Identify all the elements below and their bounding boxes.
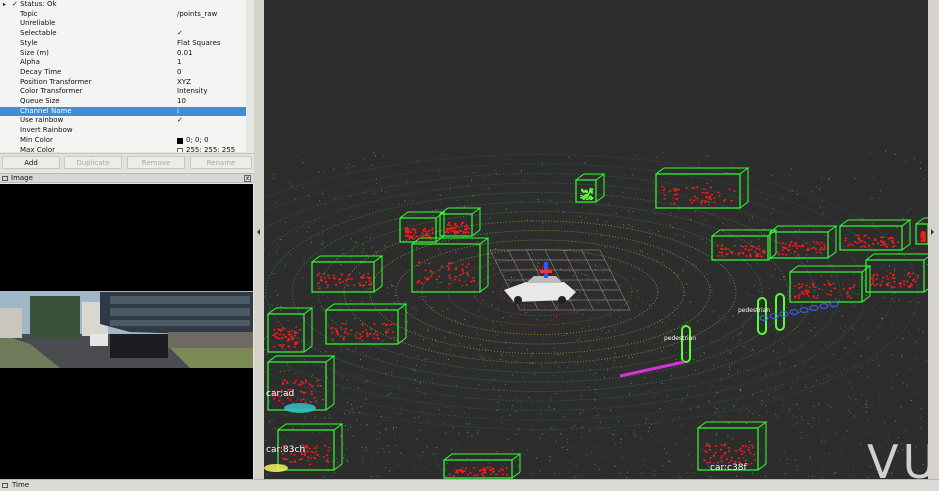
property-row[interactable]: Alpha 1 <box>0 58 246 68</box>
property-row[interactable]: Queue Size 10 <box>0 97 246 107</box>
right-splitter[interactable] <box>928 0 939 479</box>
check-icon: ✓ <box>12 0 18 8</box>
property-value[interactable]: 255; 255; 255 <box>186 146 235 153</box>
property-value[interactable]: 0 <box>177 68 181 78</box>
property-row[interactable]: Invert Rainbow <box>0 126 246 136</box>
label-car-ad: car:ad <box>266 389 294 399</box>
property-row[interactable]: Position Transformer XYZ <box>0 78 246 88</box>
status-text: Status: Ok <box>20 0 57 8</box>
property-value[interactable]: ✓ <box>177 116 183 126</box>
property-key: Use rainbow <box>20 116 64 125</box>
remove-button[interactable]: Remove <box>127 156 185 169</box>
3d-view[interactable]: car:ad car:83ch car:c38f pedestrian pede… <box>264 0 928 479</box>
pointcloud-scene[interactable]: car:ad car:83ch car:c38f pedestrian pede… <box>264 0 928 479</box>
image-panel-title: Image <box>11 174 33 182</box>
property-row[interactable]: Color Transformer Intensity <box>0 87 246 97</box>
close-icon[interactable]: x <box>244 175 251 182</box>
label-pedestrian-2: pedestrian <box>738 307 770 314</box>
property-key: Alpha <box>20 58 40 67</box>
panel-icon <box>2 483 8 488</box>
property-value[interactable]: 10 <box>177 97 186 107</box>
camera-frame <box>0 184 253 479</box>
property-key: Color Transformer <box>20 87 83 96</box>
property-value[interactable]: ✓ <box>177 29 183 39</box>
property-row[interactable]: Channel Name i <box>0 106 246 117</box>
collapse-left-icon[interactable] <box>257 229 260 235</box>
property-row[interactable]: Selectable ✓ <box>0 29 246 39</box>
property-row[interactable]: Max Color 255; 255; 255 <box>0 145 246 153</box>
property-row[interactable]: Topic/points_raw <box>0 10 246 20</box>
label-car-c38f: car:c38f <box>710 463 747 473</box>
add-button[interactable]: Add <box>2 156 60 169</box>
detection-boxes <box>264 167 928 479</box>
property-row[interactable]: Style Flat Squares <box>0 39 246 49</box>
property-key: Unreliable <box>20 19 56 28</box>
property-value[interactable]: /points_raw <box>177 10 217 20</box>
property-row[interactable]: Decay Time 0 <box>0 68 246 78</box>
left-panel: ▸ ✓ Status: Ok Topic/points_raw Unreliabl… <box>0 0 254 479</box>
property-key: Max Color <box>20 145 55 153</box>
panel-splitter[interactable] <box>254 0 264 479</box>
property-value[interactable]: 1 <box>177 58 181 68</box>
duplicate-button[interactable]: Duplicate <box>64 156 122 169</box>
property-value[interactable]: 0; 0; 0 <box>186 136 209 146</box>
label-pedestrian-1: pedestrian <box>664 335 696 342</box>
label-car-83ch: car:83ch <box>266 445 305 455</box>
time-panel-header: Time <box>0 479 939 491</box>
status-label: ✓ Status: Ok <box>12 0 57 10</box>
color-swatch[interactable] <box>177 147 183 152</box>
property-key: Selectable <box>20 29 57 38</box>
property-key: Style <box>20 38 38 47</box>
property-key: Size (m) <box>20 48 49 57</box>
status-row[interactable]: ▸ ✓ Status: Ok <box>0 0 246 10</box>
image-panel-header: Image x <box>0 173 254 183</box>
watermark: VU <box>867 435 928 479</box>
property-key: Queue Size <box>20 97 60 105</box>
displays-property-tree: ▸ ✓ Status: Ok Topic/points_raw Unreliabl… <box>0 0 246 152</box>
property-key: Position Transformer <box>20 77 92 86</box>
rename-button[interactable]: Rename <box>190 156 252 169</box>
property-value[interactable]: 0.01 <box>177 49 193 59</box>
expand-arrow-icon[interactable]: ▸ <box>3 0 6 10</box>
collapse-right-icon[interactable] <box>931 229 934 235</box>
property-key: Decay Time <box>20 67 62 76</box>
property-value[interactable]: XYZ <box>177 78 191 88</box>
property-key: Invert Rainbow <box>20 126 73 135</box>
panel-icon <box>2 176 8 181</box>
property-value[interactable]: Intensity <box>177 87 207 97</box>
camera-image-view <box>0 184 253 479</box>
property-row[interactable]: Size (m) 0.01 <box>0 49 246 59</box>
property-key: Min Color <box>20 135 53 144</box>
property-key: Topic <box>20 9 38 18</box>
property-value[interactable]: Flat Squares <box>177 39 221 49</box>
property-row[interactable]: Use rainbow ✓ <box>0 116 246 126</box>
property-row[interactable]: Unreliable <box>0 19 246 29</box>
time-panel-title: Time <box>12 481 30 489</box>
color-swatch[interactable] <box>177 137 183 144</box>
displays-button-bar: Add Duplicate Remove Rename <box>0 153 254 170</box>
property-key: Channel Name <box>20 106 72 115</box>
property-value[interactable]: i <box>177 107 179 117</box>
property-row[interactable]: Min Color 0; 0; 0 <box>0 136 246 146</box>
